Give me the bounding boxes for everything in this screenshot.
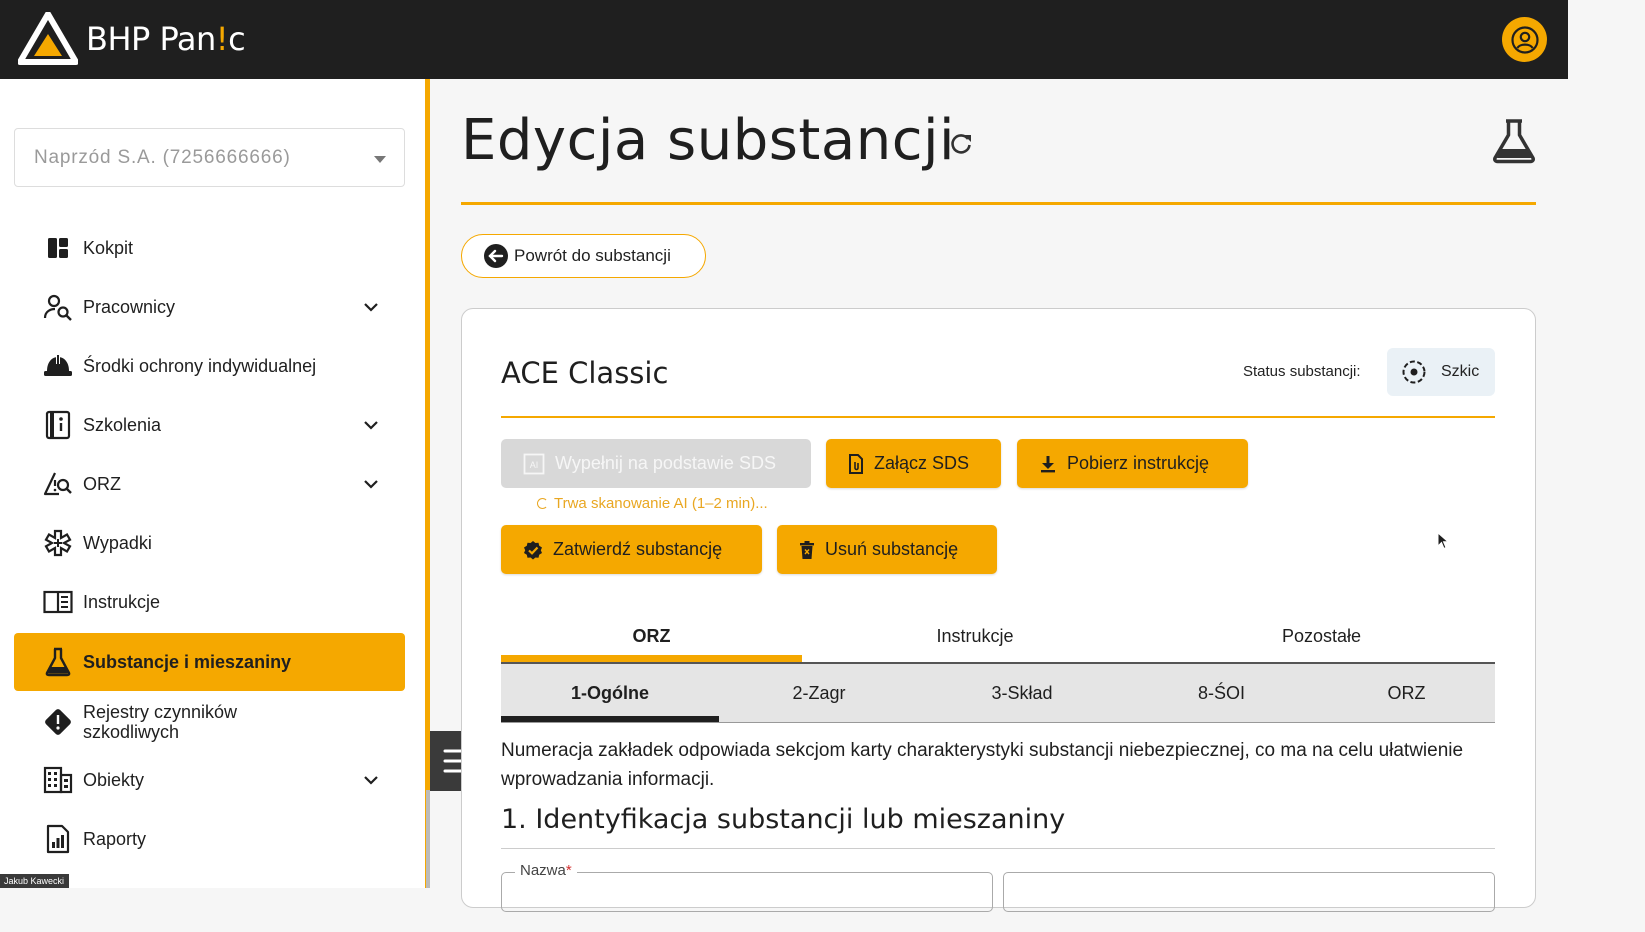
report-icon [42, 823, 74, 855]
back-to-substances-button[interactable]: Powrót do substancji [461, 234, 706, 278]
active-subtab-indicator [501, 716, 719, 722]
building-icon [42, 764, 74, 796]
flask-icon [42, 646, 74, 678]
attach-sds-label: Załącz SDS [874, 453, 970, 473]
title-divider [461, 202, 1536, 205]
sidebar-item-srodki-ochrony[interactable]: Środki ochrony indywidualnej [14, 337, 405, 395]
sidebar-item-label: Szkolenia [83, 415, 162, 435]
warning-diamond-icon [42, 706, 74, 738]
arrow-left-icon [484, 244, 508, 268]
delete-substance-label: Usuń substancję [825, 539, 959, 559]
sidebar-item-label: Substancje i mieszaniny [83, 652, 292, 672]
verified-badge-icon [524, 540, 542, 559]
sidebar-item-raporty[interactable]: Raporty [14, 810, 405, 868]
sidebar-item-obiekty[interactable]: Obiekty [14, 751, 405, 809]
tab-pozostale[interactable]: Pozostałe [1148, 610, 1495, 662]
subtab-orz[interactable]: ORZ [1318, 664, 1495, 722]
medical-star-icon [42, 527, 74, 559]
sidebar-item-label: ORZ [83, 474, 121, 494]
sidebar-item-label: Pracownicy [83, 297, 176, 317]
status-badge: Szkic [1387, 348, 1495, 396]
download-instruction-button[interactable]: Pobierz instrukcję [1017, 439, 1248, 488]
user-account-button[interactable] [1502, 17, 1547, 62]
sidebar-item-kokpit[interactable]: Kokpit [14, 219, 405, 277]
people-search-icon [42, 291, 74, 323]
delete-substance-button[interactable]: Usuń substancję [777, 525, 997, 574]
substance-name: ACE Classic [501, 356, 669, 390]
logo-text: BHP Pan!c [86, 20, 246, 58]
sidebar-item-substancje[interactable]: Substancje i mieszaniny [14, 633, 405, 691]
subtab-ogolne[interactable]: 1-Ogólne [501, 664, 719, 722]
logo-triangle-icon [18, 12, 78, 65]
mouse-cursor-icon [1437, 532, 1449, 550]
subtab-sklad[interactable]: 3-Skład [919, 664, 1125, 722]
main-tabs: ORZ Instrukcje Pozostałe [501, 610, 1495, 664]
fill-from-sds-button[interactable]: AI Wypełnij na podstawie SDS [501, 439, 811, 488]
sidebar-item-rejestry[interactable]: Rejestry czynników szkodliwych [14, 693, 405, 751]
instruction-book-icon [42, 586, 74, 618]
chevron-down-icon [364, 776, 378, 785]
company-select[interactable]: Naprzód S.A. (7256666666) [14, 128, 405, 187]
section-divider [501, 848, 1495, 849]
active-tab-indicator [501, 655, 802, 662]
download-icon [1041, 455, 1055, 472]
attachment-file-icon [849, 453, 863, 474]
dashboard-icon [42, 232, 74, 264]
training-book-icon [42, 409, 74, 441]
chevron-down-icon [364, 303, 378, 312]
status-label: Status substancji: [1243, 363, 1361, 380]
secondary-field[interactable] [1003, 872, 1495, 912]
trash-icon [800, 540, 814, 559]
page-title: Edycja substancji [461, 108, 956, 173]
flask-header-icon [1493, 119, 1535, 164]
required-marker: * [565, 862, 572, 879]
sidebar-scrollbar[interactable] [426, 790, 430, 888]
approve-substance-button[interactable]: Zatwierdź substancję [501, 525, 762, 574]
info-paragraph: Numeracja zakładek odpowiada sekcjom kar… [501, 740, 1464, 790]
tab-instrukcje[interactable]: Instrukcje [802, 610, 1148, 662]
sidebar-item-label: Środki ochrony indywidualnej [83, 356, 317, 376]
subtab-soi[interactable]: 8-ŚOI [1125, 664, 1318, 722]
svg-text:AI: AI [530, 460, 539, 470]
sidebar-item-orz[interactable]: ORZ [14, 455, 405, 513]
company-select-value: Naprzód S.A. (7256666666) [34, 146, 291, 168]
loading-spinner-icon [537, 498, 548, 509]
top-bar: BHP Pan!c [0, 0, 1568, 79]
dropdown-caret-icon [374, 156, 386, 163]
sidebar-item-pracownicy[interactable]: Pracownicy [14, 278, 405, 336]
card-divider [501, 416, 1495, 418]
helmet-icon [42, 350, 74, 382]
refresh-icon[interactable] [948, 131, 974, 157]
user-circle-icon [1510, 25, 1539, 54]
app-logo[interactable]: BHP Pan!c [18, 12, 246, 66]
ai-icon: AI [523, 453, 545, 474]
draft-status-icon [1402, 360, 1426, 384]
risk-search-icon [42, 468, 74, 500]
section-subtabs: 1-Ogólne 2-Zagr 3-Skład 8-ŚOI ORZ [501, 664, 1495, 723]
ai-scan-status: Trwa skanowanie AI (1–2 min)... [537, 495, 768, 512]
sidebar-item-szkolenia[interactable]: Szkolenia [14, 396, 405, 454]
sidebar-item-instrukcje[interactable]: Instrukcje [14, 573, 405, 631]
sidebar-item-label: Kokpit [83, 238, 134, 258]
sidebar-item-label: Obiekty [83, 770, 145, 790]
name-field-label: Nazwa* [515, 862, 577, 879]
sidebar-item-label: Rejestry czynników szkodliwych [83, 702, 238, 742]
sidebar-item-label: Instrukcje [83, 592, 161, 612]
subtab-zagrozenia[interactable]: 2-Zagr [719, 664, 919, 722]
sidebar-item-label: Wypadki [83, 533, 152, 553]
status-value: Szkic [1441, 363, 1480, 380]
chevron-down-icon [364, 421, 378, 430]
attach-sds-button[interactable]: Załącz SDS [826, 439, 1001, 488]
download-instruction-label: Pobierz instrukcję [1067, 453, 1210, 473]
sidebar-item-label: Raporty [83, 829, 147, 849]
fill-from-sds-label: Wypełnij na podstawie SDS [555, 453, 776, 473]
section-heading: 1. Identyfikacja substancji lub mieszani… [501, 804, 1066, 835]
approve-substance-label: Zatwierdź substancję [553, 539, 723, 559]
back-button-label: Powrót do substancji [514, 246, 671, 265]
sidebar-item-wypadki[interactable]: Wypadki [14, 514, 405, 572]
chevron-down-icon [364, 480, 378, 489]
presenter-name-tag: Jakub Kawecki [0, 874, 69, 888]
